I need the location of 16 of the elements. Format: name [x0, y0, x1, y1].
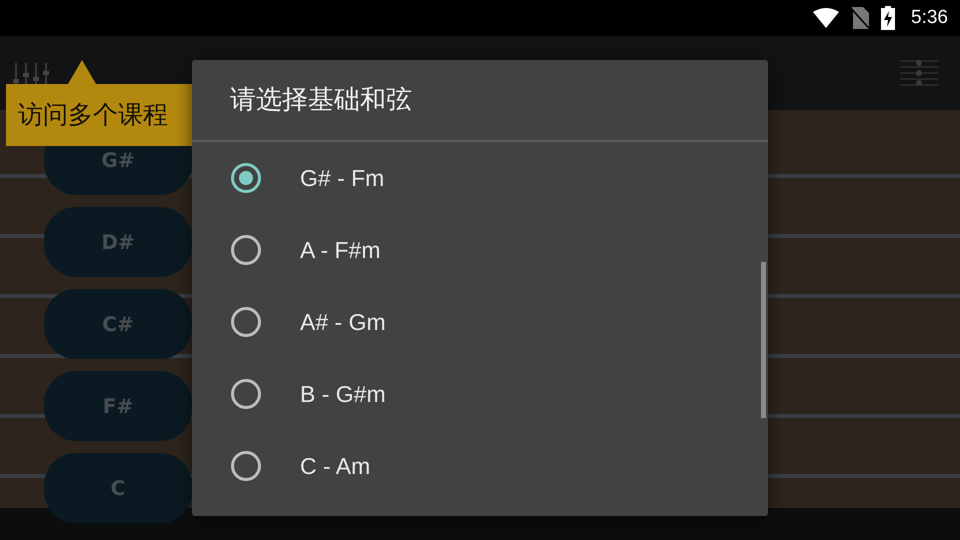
wifi-icon: [813, 8, 840, 28]
no-sim-icon: [851, 7, 870, 29]
settings-sliders-icon[interactable]: [900, 58, 938, 88]
radio-button[interactable]: [231, 307, 261, 337]
radio-button[interactable]: [231, 451, 261, 481]
option-label[interactable]: B - G#m: [300, 380, 386, 408]
radio-button[interactable]: [231, 235, 261, 265]
option-label[interactable]: C - Am: [300, 452, 370, 480]
option-label[interactable]: A# - Gm: [300, 308, 386, 336]
clock-time: 5:36: [911, 7, 948, 29]
radio-button[interactable]: [231, 379, 261, 409]
radio-button[interactable]: [231, 163, 261, 193]
dialog-title: 请选择基础和弦: [229, 84, 413, 117]
battery-charging-icon: [881, 6, 896, 30]
option-label[interactable]: G# - Fm: [300, 164, 384, 192]
option-label[interactable]: A - F#m: [300, 236, 381, 264]
